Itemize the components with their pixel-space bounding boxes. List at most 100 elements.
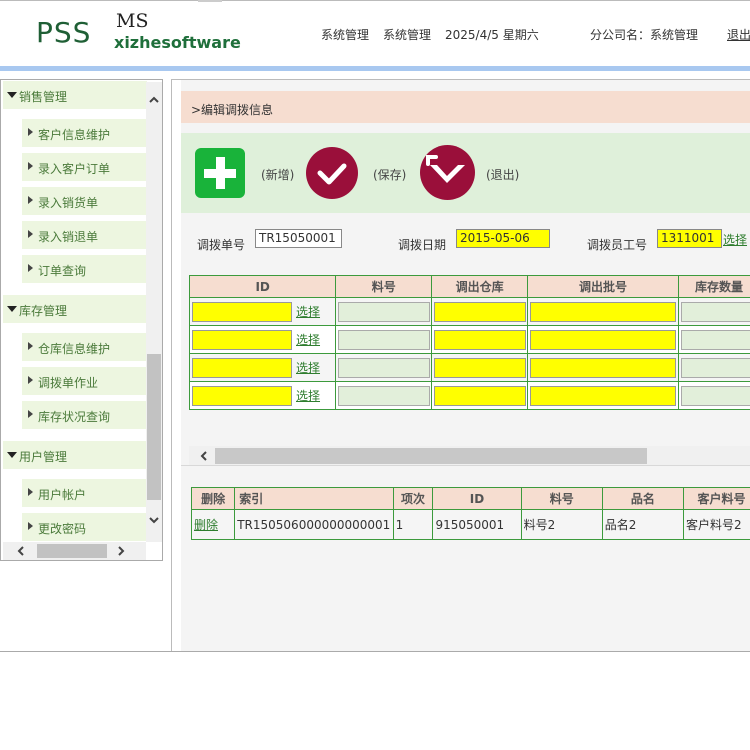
sidebar-item-label: 订单查询 <box>38 264 87 278</box>
logout-link[interactable]: 退出 <box>727 26 750 43</box>
out-batch-input[interactable] <box>530 385 677 406</box>
grid-horizontal-scrollbar[interactable] <box>189 446 750 466</box>
part-no-input[interactable] <box>338 329 431 350</box>
select-link[interactable]: 选择 <box>296 361 320 375</box>
stock-qty-input[interactable] <box>680 301 750 322</box>
transfer-date-field[interactable]: 2015-05-06 <box>456 229 550 248</box>
id-input[interactable] <box>192 385 292 406</box>
sidebar-item-stock-query[interactable]: 库存状况查询 <box>22 401 147 429</box>
add-button[interactable] <box>195 148 245 198</box>
sidebar-item-label: 库存状况查询 <box>38 410 111 424</box>
save-button[interactable] <box>306 147 358 199</box>
select-link[interactable]: 选择 <box>296 333 320 347</box>
current-date: 2025/4/5 星期六 <box>445 28 539 42</box>
saved-items-grid: 删除 索引 项次 ID 料号 品名 客户料号 删除 TR150506000000… <box>190 487 750 540</box>
select-link[interactable]: 选择 <box>296 389 320 403</box>
id-cell: 选择 <box>188 381 337 410</box>
sidebar-item-transfer-order[interactable]: 调拨单作业 <box>22 367 147 395</box>
sidebar-horizontal-scrollbar[interactable] <box>3 542 146 560</box>
order-no-field[interactable]: TR15050001 <box>255 229 342 248</box>
table-row: 选择 <box>188 353 750 382</box>
out-warehouse-input[interactable] <box>434 385 527 406</box>
sidebar-vertical-thumb[interactable] <box>147 354 161 500</box>
part-no-input[interactable] <box>338 301 431 322</box>
scroll-right-icon[interactable] <box>115 545 127 557</box>
stock-qty-input[interactable] <box>680 385 750 406</box>
sidebar-horizontal-thumb[interactable] <box>37 544 107 558</box>
column-header-id: ID <box>188 275 337 298</box>
id-input[interactable] <box>192 301 292 322</box>
scroll-up-icon[interactable] <box>148 94 160 106</box>
part-no-input[interactable] <box>338 385 431 406</box>
column-header-customer-part: 客户料号 <box>682 487 750 510</box>
sidebar-item-label: 调拨单作业 <box>38 376 99 390</box>
out-batch-input[interactable] <box>530 329 677 350</box>
sidebar-item-sales-slip[interactable]: 录入销货单 <box>22 187 147 215</box>
out-warehouse-input[interactable] <box>434 357 527 378</box>
scroll-left-icon[interactable] <box>15 545 27 557</box>
employee-no-field[interactable]: 1311001 <box>657 229 722 248</box>
logo-pss: PSS <box>36 16 92 49</box>
collapsed-arrow-icon <box>28 196 33 204</box>
out-warehouse-input[interactable] <box>434 301 527 322</box>
sidebar-group-sales[interactable]: 销售管理 <box>3 81 147 109</box>
employee-select-link[interactable]: 选择 <box>723 231 747 248</box>
column-header-item-no: 项次 <box>392 487 434 510</box>
column-header-part-no: 料号 <box>335 275 433 298</box>
page-title: >编辑调拨信息 <box>191 103 274 117</box>
exit-button-label: (退出) <box>486 168 520 182</box>
system-menu-1[interactable]: 系统管理 <box>321 26 369 43</box>
employee-no-label: 调拨员工号 <box>587 238 648 252</box>
grid-horizontal-thumb[interactable] <box>215 448 647 464</box>
delete-link[interactable]: 删除 <box>194 518 218 532</box>
id-cell: 选择 <box>188 353 337 382</box>
sidebar-item-customer-order[interactable]: 录入客户订单 <box>22 153 147 181</box>
item-no-cell: 1 <box>392 509 434 540</box>
out-batch-input[interactable] <box>530 301 677 322</box>
sidebar-item-customer-info[interactable]: 客户信息维护 <box>22 119 147 147</box>
column-header-out-batch: 调出批号 <box>527 275 679 298</box>
exit-button[interactable] <box>420 145 475 200</box>
sidebar-group-label: 销售管理 <box>19 90 68 104</box>
table-row: 选择 <box>188 325 750 354</box>
sidebar-item-change-password[interactable]: 更改密码 <box>22 513 147 541</box>
batch-cell <box>527 381 679 410</box>
stock-qty-input[interactable] <box>680 357 750 378</box>
collapsed-arrow-icon <box>28 522 33 530</box>
qty-cell <box>677 381 750 410</box>
sidebar-item-user-account[interactable]: 用户帐户 <box>22 479 147 507</box>
id-cell: 选择 <box>188 325 337 354</box>
section-divider <box>181 465 750 466</box>
out-batch-input[interactable] <box>530 357 677 378</box>
table-row: 删除 TR150506000000000001 1 915050001 料号2 … <box>190 509 750 540</box>
sidebar-group-label: 用户管理 <box>19 450 68 464</box>
header-divider-bar <box>0 66 750 71</box>
system-menu-2[interactable]: 系统管理 <box>383 26 431 43</box>
select-link[interactable]: 选择 <box>296 305 320 319</box>
stock-qty-input[interactable] <box>680 329 750 350</box>
column-header-product-name: 品名 <box>601 487 684 510</box>
column-header-out-warehouse: 调出仓库 <box>431 275 529 298</box>
out-warehouse-input[interactable] <box>434 329 527 350</box>
collapsed-arrow-icon <box>28 128 33 136</box>
id-cell: 选择 <box>188 297 337 326</box>
id-input[interactable] <box>192 357 292 378</box>
part-no-input[interactable] <box>338 357 431 378</box>
scroll-left-icon[interactable] <box>197 449 211 463</box>
scroll-down-icon[interactable] <box>148 514 160 526</box>
warehouse-cell <box>431 297 529 326</box>
collapsed-arrow-icon <box>28 230 33 238</box>
action-toolbar: (新增) (保存) (退出) <box>181 133 750 213</box>
sidebar-vertical-scrollbar[interactable] <box>146 82 162 542</box>
sidebar-item-order-query[interactable]: 订单查询 <box>22 255 147 283</box>
expand-down-icon <box>7 92 17 98</box>
expand-down-icon <box>7 452 17 458</box>
sidebar-group-users[interactable]: 用户管理 <box>3 441 147 469</box>
part-cell <box>335 353 433 382</box>
sidebar-item-warehouse-info[interactable]: 仓库信息维护 <box>22 333 147 361</box>
id-input[interactable] <box>192 329 292 350</box>
checkmark-icon <box>317 163 347 185</box>
sidebar-item-sales-return[interactable]: 录入销退单 <box>22 221 147 249</box>
sidebar-group-inventory[interactable]: 库存管理 <box>3 295 147 323</box>
main-content: >编辑调拨信息 (新增) (保存) (退出) 调拨单号 TR15050001 调… <box>171 79 750 652</box>
